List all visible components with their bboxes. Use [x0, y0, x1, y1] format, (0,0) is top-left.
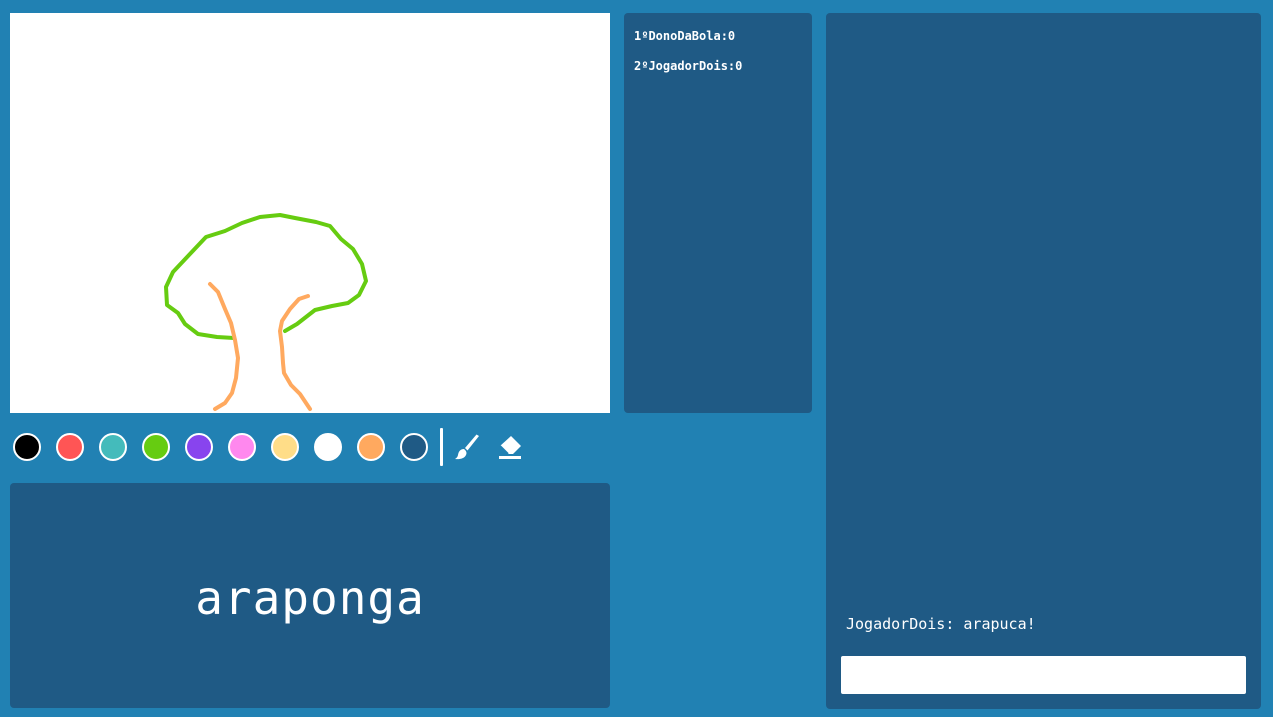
color-swatch-pink[interactable] [228, 433, 256, 461]
game-screen: araponga 1ºDonoDaBola:0 2ºJogadorDois:0 … [0, 0, 1273, 717]
drawing-toolbar [10, 427, 610, 469]
chat-message: JogadorDois: arapuca! [846, 615, 1036, 633]
brush-tool-button[interactable] [451, 431, 483, 463]
tree-canopy-stroke [164, 213, 368, 340]
chat-panel: JogadorDois: arapuca! [826, 13, 1261, 709]
color-swatch-red[interactable] [56, 433, 84, 461]
color-swatch-navy[interactable] [400, 433, 428, 461]
scoreboard-player-1: 1ºDonoDaBola:0 [634, 29, 736, 43]
color-swatch-white[interactable] [314, 433, 342, 461]
scoreboard-player-2: 2ºJogadorDois:0 [634, 59, 743, 73]
drawing-canvas[interactable] [10, 13, 610, 413]
scoreboard-panel: 1ºDonoDaBola:0 2ºJogadorDois:0 [624, 13, 812, 413]
color-swatch-teal[interactable] [99, 433, 127, 461]
toolbar-divider [440, 428, 443, 466]
tree-trunk-right-stroke [278, 294, 312, 411]
color-swatch-orange[interactable] [357, 433, 385, 461]
eraser-icon [499, 436, 521, 459]
color-swatch-purple[interactable] [185, 433, 213, 461]
color-swatch-yellow[interactable] [271, 433, 299, 461]
secret-word: araponga [195, 570, 425, 625]
color-swatch-black[interactable] [13, 433, 41, 461]
color-swatch-green[interactable] [142, 433, 170, 461]
secret-word-panel: araponga [10, 483, 610, 708]
eraser-tool-button[interactable] [494, 431, 526, 463]
brush-icon [455, 434, 479, 460]
tree-trunk-left-stroke [208, 282, 240, 411]
chat-input[interactable] [840, 655, 1247, 695]
